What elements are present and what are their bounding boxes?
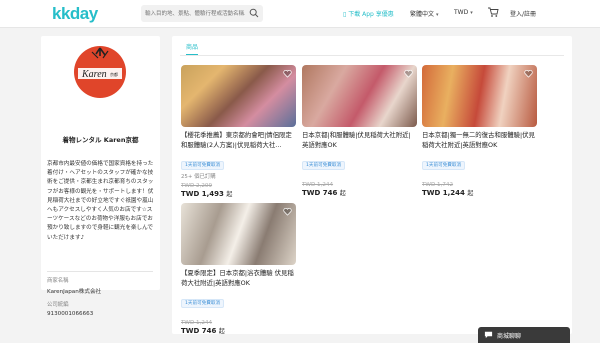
search-input[interactable] (145, 7, 245, 20)
chat-bubble-icon (484, 331, 493, 339)
chevron-down-icon: ▾ (436, 12, 439, 18)
product-image (302, 65, 417, 127)
product-title[interactable]: 【夏季限定】日本京都|浴衣體驗 伏見稲荷大社附近|英語對應OK (181, 269, 296, 289)
heart-icon[interactable] (524, 69, 533, 78)
shop-name: 着物レンタル Karen京都 (62, 136, 139, 144)
price-value: TWD 746 (302, 189, 338, 197)
shop-logo: Karen 京都 (74, 46, 126, 98)
free-cancel-badge: 1天前可免費取消 (181, 161, 225, 170)
search-box[interactable] (141, 5, 263, 22)
product-image (181, 203, 296, 265)
product-title[interactable]: 日本京都|和服體驗|伏見稲荷大社附近|英語對應OK (302, 131, 417, 151)
heart-icon[interactable] (283, 207, 292, 216)
product-card[interactable]: 【櫻花季推薦】東京都約會吧|情侶限定和服體驗(2人方案)|伏見稲荷大社... 1… (181, 65, 296, 198)
free-cancel-badge: 1天前可免費取消 (302, 161, 346, 170)
product-image (422, 65, 537, 127)
chat-label: 商城聊聊 (497, 333, 522, 340)
phone-icon: ▯ (343, 11, 347, 18)
heart-icon[interactable] (404, 69, 413, 78)
company-name-value: KarenJapan株式会社 (47, 289, 102, 295)
product-title[interactable]: 【櫻花季推薦】東京都約會吧|情侶限定和服體驗(2人方案)|伏見稲荷大社... (181, 131, 296, 151)
price-value: TWD 1,244 (422, 189, 465, 197)
shop-chat-button[interactable]: 商城聊聊 (478, 327, 570, 343)
language-select[interactable]: 繁體中文 ▾ (410, 9, 439, 18)
language-label: 繁體中文 (410, 11, 435, 18)
price-value: TWD 746 (181, 327, 217, 335)
product-image (181, 65, 296, 127)
price-unit: 起 (467, 190, 474, 197)
currency-select[interactable]: TWD ▾ (454, 9, 473, 16)
product-card[interactable]: 日本京都|和服體驗|伏見稲荷大社附近|英語對應OK 1天前可免費取消 TWD 1… (302, 65, 417, 197)
product-price: TWD 1,493 起 (181, 189, 296, 198)
company-name-label: 商家名稱 (47, 278, 69, 284)
logo-sub-text: 京都 (110, 71, 118, 77)
product-price: TWD 746 起 (302, 188, 417, 197)
login-register-link[interactable]: 登入/註冊 (510, 9, 536, 18)
booking-count: 25+ 個已訂購 (181, 174, 216, 180)
price-unit: 起 (226, 191, 233, 198)
search-icon[interactable] (249, 8, 259, 18)
product-price: TWD 1,244 起 (422, 188, 537, 197)
free-cancel-badge: 1天前可免費取消 (181, 299, 225, 308)
heart-icon[interactable] (283, 69, 292, 78)
shop-info-card: Karen 京都 着物レンタル Karen京都 京都市内最安値の価格で国家資格を… (41, 36, 160, 317)
download-app-label: 下載 App 享優惠 (348, 11, 394, 18)
chevron-down-icon: ▾ (470, 10, 473, 16)
price-unit: 起 (339, 190, 346, 197)
free-cancel-badge: 1天前可免費取消 (422, 161, 466, 170)
divider (47, 271, 153, 272)
currency-label: TWD (454, 9, 469, 16)
top-header: kkday ▯ 下載 App 享優惠 繁體中文▾ TWD▾ 登入/註冊 (0, 0, 600, 28)
product-price: TWD 746 起 (181, 326, 296, 335)
product-title[interactable]: 日本京都|獨一無二的復古和服體驗|伏見稲荷大社附近|英語對應OK (422, 131, 537, 151)
download-app-link[interactable]: ▯ 下載 App 享優惠 (343, 9, 394, 18)
shop-description: 京都市内最安値の価格で国家資格を持った着付け・ヘアセットのスタッフが確かな技術を… (47, 161, 154, 241)
company-reg-label: 公司統編 (47, 302, 69, 308)
tab-products[interactable]: 商品 (186, 42, 199, 56)
products-panel: 商品 【櫻花季推薦】東京都約會吧|情侶限定和服體驗(2人方案)|伏見稲荷大社..… (172, 36, 572, 335)
cart-icon[interactable] (487, 6, 499, 18)
logo-text: Karen (81, 69, 107, 80)
product-card[interactable]: 【夏季限定】日本京都|浴衣體驗 伏見稲荷大社附近|英語對應OK 1天前可免費取消… (181, 203, 296, 335)
kkday-logo[interactable]: kkday (52, 4, 98, 24)
tab-underline-divider (180, 55, 564, 56)
price-value: TWD 1,493 (181, 190, 224, 198)
product-card[interactable]: 日本京都|獨一無二的復古和服體驗|伏見稲荷大社附近|英語對應OK 1天前可免費取… (422, 65, 537, 197)
company-reg-value: 9130001066663 (47, 311, 94, 317)
price-unit: 起 (218, 328, 225, 335)
